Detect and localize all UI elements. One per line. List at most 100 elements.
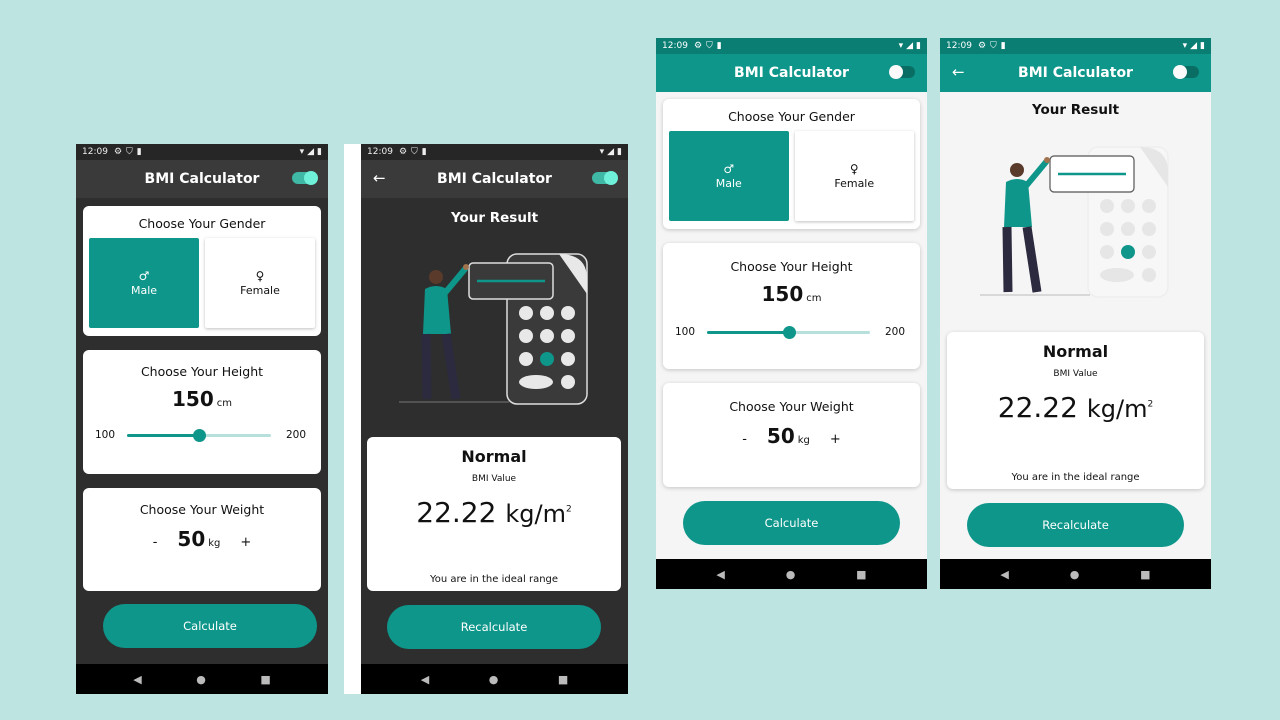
toggle-knob <box>1173 65 1187 79</box>
back-arrow-icon[interactable]: ← <box>952 63 965 81</box>
nav-recents-icon[interactable]: ■ <box>856 568 866 581</box>
male-option[interactable]: ♂ Male <box>89 238 199 328</box>
height-max: 200 <box>884 326 906 338</box>
bmi-readout: 22.22 kg/m2 <box>367 496 621 529</box>
weight-value: 50 <box>766 424 795 448</box>
recalculate-button[interactable]: Recalculate <box>967 503 1184 547</box>
theme-toggle[interactable] <box>592 171 618 185</box>
gender-options: ♂ Male ♀ Female <box>669 131 914 221</box>
bmi-unit: kg/m <box>505 500 566 528</box>
battery-icon: ▮ <box>916 41 921 51</box>
female-icon: ♀ <box>255 268 265 283</box>
height-slider[interactable] <box>127 428 271 442</box>
back-arrow-icon[interactable]: ← <box>373 169 386 187</box>
recalculate-label: Recalculate <box>1042 518 1109 532</box>
height-value: 150 <box>761 282 804 306</box>
calculator-illustration <box>399 253 588 405</box>
separator <box>344 144 361 694</box>
toggle-knob <box>304 171 318 185</box>
bmi-value: 22.22 <box>997 391 1078 424</box>
weight-plus-button[interactable]: + <box>240 535 251 550</box>
height-value: 150 <box>172 387 214 411</box>
height-slider-fill <box>127 433 199 437</box>
bmi-unit-sup: 2 <box>1147 399 1154 410</box>
gender-title: Choose Your Gender <box>138 216 266 231</box>
shield-icon: ⛉ <box>411 147 418 157</box>
weight-title: Choose Your Weight <box>139 502 265 517</box>
status-time: 12:09 <box>946 41 972 51</box>
nav-home-icon[interactable]: ● <box>1070 568 1080 581</box>
female-option[interactable]: ♀ Female <box>205 238 315 328</box>
wifi-icon: ▾ <box>599 147 605 157</box>
nav-home-icon[interactable]: ● <box>786 568 796 581</box>
wifi-icon: ▾ <box>898 41 904 51</box>
recalculate-button[interactable]: Recalculate <box>387 605 601 649</box>
female-option[interactable]: ♀ Female <box>794 131 914 221</box>
result-card: Normal BMI Value 22.22 kg/m2 You are in … <box>947 332 1204 489</box>
gender-title: Choose Your Gender <box>728 109 855 124</box>
app-bar: ← BMI Calculator <box>361 160 628 198</box>
height-slider-thumb[interactable] <box>782 325 796 339</box>
calculate-button[interactable]: Calculate <box>683 501 900 545</box>
weight-unit: kg <box>797 435 810 446</box>
female-label: Female <box>240 283 280 297</box>
height-title: Choose Your Height <box>140 364 264 379</box>
height-min: 100 <box>674 326 696 338</box>
weight-plus-button[interactable]: + <box>830 432 841 447</box>
weight-card: Choose Your Weight - 50 kg + <box>83 488 321 591</box>
height-slider-row: 100 200 <box>663 325 920 339</box>
gear-icon: ⚙ <box>693 41 703 51</box>
gender-options: ♂ Male ♀ Female <box>89 238 315 328</box>
app-title: BMI Calculator <box>1018 65 1133 81</box>
nav-bar: ◀ ● ■ <box>76 664 328 694</box>
nav-home-icon[interactable]: ● <box>489 673 499 686</box>
nav-home-icon[interactable]: ● <box>196 673 206 686</box>
nav-back-icon[interactable]: ◀ <box>1000 568 1008 581</box>
shield-icon: ⛉ <box>990 41 997 51</box>
male-label: Male <box>130 283 158 297</box>
nav-recents-icon[interactable]: ■ <box>558 673 568 686</box>
status-time: 12:09 <box>367 147 393 157</box>
height-readout: 150 cm <box>83 387 321 411</box>
theme-toggle[interactable] <box>1173 65 1199 79</box>
gear-icon: ⚙ <box>398 147 408 157</box>
height-readout: 150 cm <box>663 282 920 306</box>
status-bar: 12:09 ⚙ ⛉ ▮ ▾ ◢ ▮ <box>656 38 927 54</box>
bmi-value: 22.22 <box>416 496 497 529</box>
gender-card: Choose Your Gender ♂ Male ♀ Female <box>663 99 920 229</box>
status-bar: 12:09 ⚙ ⛉ ▮ ▾ ◢ ▮ <box>76 144 328 160</box>
nav-back-icon[interactable]: ◀ <box>421 673 429 686</box>
male-label: Male <box>715 176 742 190</box>
weight-value: 50 <box>177 527 206 551</box>
calculate-label: Calculate <box>183 619 237 633</box>
weight-unit: kg <box>208 538 221 549</box>
nav-recents-icon[interactable]: ■ <box>260 673 270 686</box>
shield-icon: ⛉ <box>126 147 133 157</box>
height-slider[interactable] <box>707 325 870 339</box>
nav-recents-icon[interactable]: ■ <box>1140 568 1150 581</box>
signal-icon: ◢ <box>1190 41 1198 51</box>
phone-light-result: 12:09 ⚙ ⛉ ▮ ▾ ◢ ▮ ← BMI Calculator Your … <box>940 38 1211 589</box>
nav-back-icon[interactable]: ◀ <box>716 568 724 581</box>
male-option[interactable]: ♂ Male <box>669 131 789 221</box>
sd-card-icon: ▮ <box>421 147 427 157</box>
toggle-knob <box>604 171 618 185</box>
wifi-icon: ▾ <box>299 147 305 157</box>
result-title: Your Result <box>1031 102 1120 118</box>
theme-toggle[interactable] <box>292 171 318 185</box>
result-message: You are in the ideal range <box>1011 472 1140 483</box>
calculator-illustration <box>980 146 1169 298</box>
calculate-button[interactable]: Calculate <box>103 604 317 648</box>
height-unit: cm <box>216 398 232 409</box>
male-icon: ♂ <box>138 268 150 283</box>
battery-icon: ▮ <box>617 147 622 157</box>
bmi-unit-sup: 2 <box>565 504 572 515</box>
weight-minus-button[interactable]: - <box>153 535 158 550</box>
result-title: Your Result <box>450 210 539 226</box>
nav-back-icon[interactable]: ◀ <box>133 673 141 686</box>
height-slider-thumb[interactable] <box>193 428 206 442</box>
theme-toggle[interactable] <box>889 65 915 79</box>
height-unit: cm <box>806 293 822 304</box>
male-icon: ♂ <box>723 161 735 176</box>
weight-minus-button[interactable]: - <box>742 432 747 447</box>
